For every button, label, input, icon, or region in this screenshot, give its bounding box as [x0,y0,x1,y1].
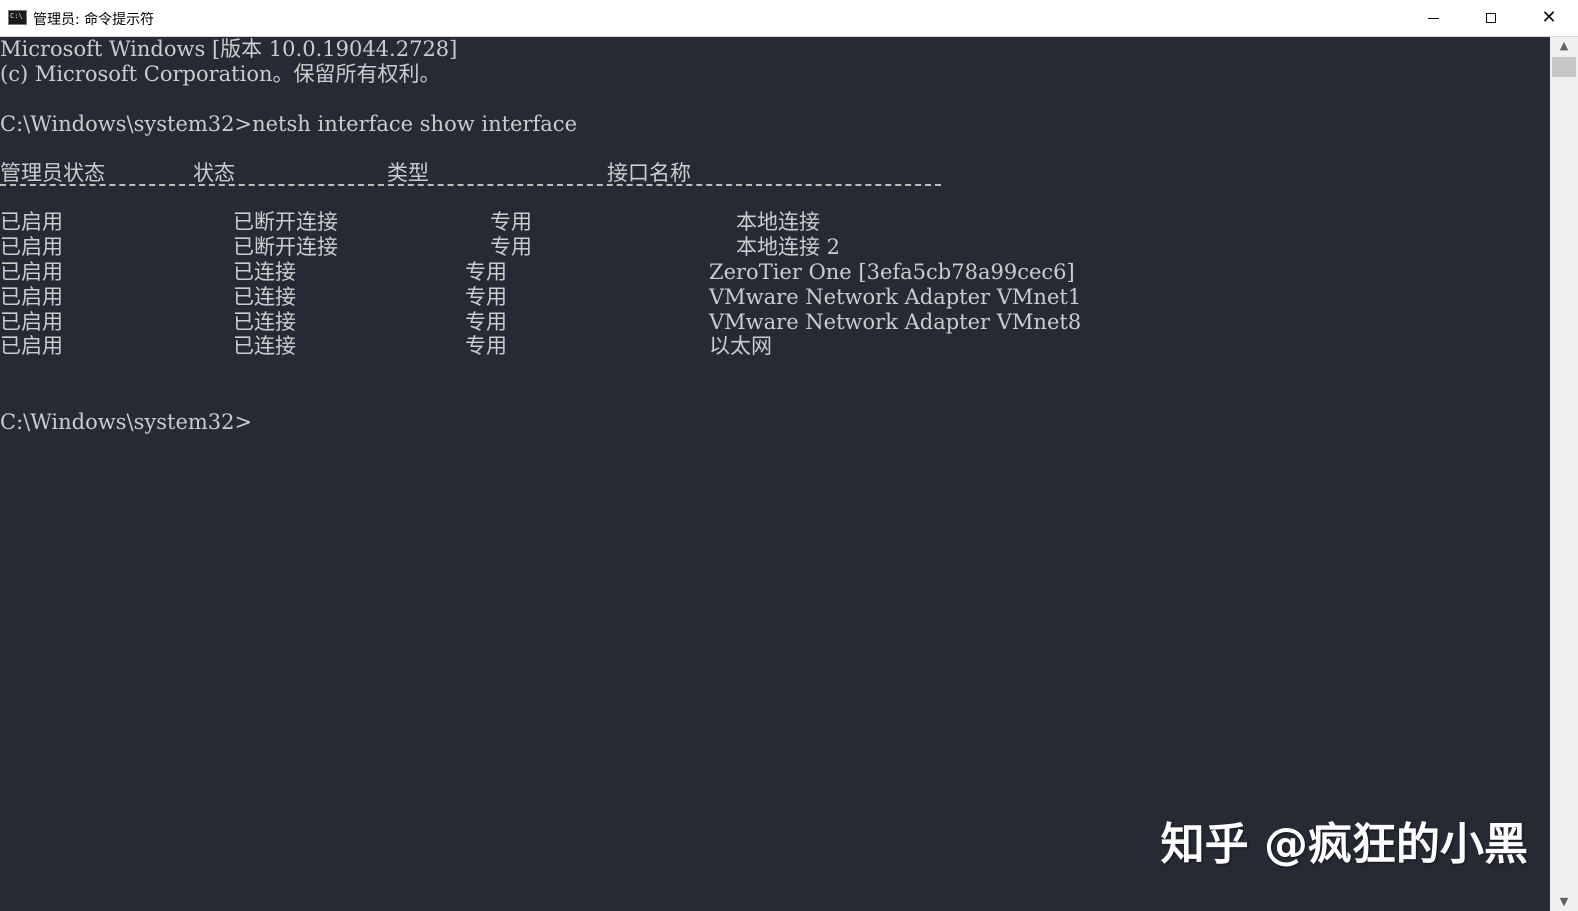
row-interface-name: 本地连接 2 [736,235,841,259]
maximize-button[interactable] [1462,0,1520,36]
vertical-scrollbar[interactable]: ▲ ▼ [1550,37,1578,911]
row-interface-name: 本地连接 [736,210,820,234]
table-separator [0,184,941,186]
row-interface-name: VMware Network Adapter VMnet1 [709,285,1082,309]
window-title: 管理员: 命令提示符 [33,12,155,28]
row-type: 专用 [465,285,507,309]
cmd-window: C:\ 管理员: 命令提示符 ✕ Microsoft Windows [版本 1… [0,0,1578,911]
header-interface-name: 接口名称 [607,161,691,185]
header-admin-state: 管理员状态 [0,161,105,185]
scroll-thumb[interactable] [1552,57,1576,77]
minimize-button[interactable] [1404,0,1462,36]
row-interface-name: VMware Network Adapter VMnet8 [709,310,1082,334]
row-admin-state: 已启用 [0,334,63,358]
row-type: 专用 [490,235,532,259]
header-state: 状态 [193,161,235,185]
row-admin-state: 已启用 [0,285,63,309]
row-state: 已断开连接 [233,235,338,259]
prompt-line[interactable]: C:\Windows\system32> [0,410,252,434]
scroll-up-arrow-icon[interactable]: ▲ [1550,37,1578,55]
row-admin-state: 已启用 [0,260,63,284]
row-type: 专用 [465,310,507,334]
row-state: 已连接 [233,260,296,284]
minimize-icon [1427,17,1439,19]
row-state: 已连接 [233,334,296,358]
row-admin-state: 已启用 [0,235,63,259]
title-bar[interactable]: C:\ 管理员: 命令提示符 ✕ [0,0,1578,37]
row-state: 已连接 [233,310,296,334]
row-admin-state: 已启用 [0,310,63,334]
header-type: 类型 [387,161,429,185]
close-button[interactable]: ✕ [1520,0,1578,36]
row-type: 专用 [490,210,532,234]
row-state: 已连接 [233,285,296,309]
maximize-icon [1486,13,1496,23]
row-state: 已断开连接 [233,210,338,234]
cmd-icon: C:\ [8,10,27,25]
console-output[interactable]: Microsoft Windows [版本 10.0.19044.2728] (… [0,37,1550,911]
command-line: C:\Windows\system32>netsh interface show… [0,112,577,136]
row-admin-state: 已启用 [0,210,63,234]
banner-line: Microsoft Windows [版本 10.0.19044.2728] [0,37,458,61]
copyright-line: (c) Microsoft Corporation。保留所有权利。 [0,62,441,86]
scroll-down-arrow-icon[interactable]: ▼ [1550,893,1578,911]
row-type: 专用 [465,334,507,358]
close-icon: ✕ [1541,7,1557,28]
row-interface-name: 以太网 [709,334,772,358]
row-type: 专用 [465,260,507,284]
row-interface-name: ZeroTier One [3efa5cb78a99cec6] [709,260,1075,284]
watermark: 知乎 @疯狂的小黑 [1160,819,1528,870]
